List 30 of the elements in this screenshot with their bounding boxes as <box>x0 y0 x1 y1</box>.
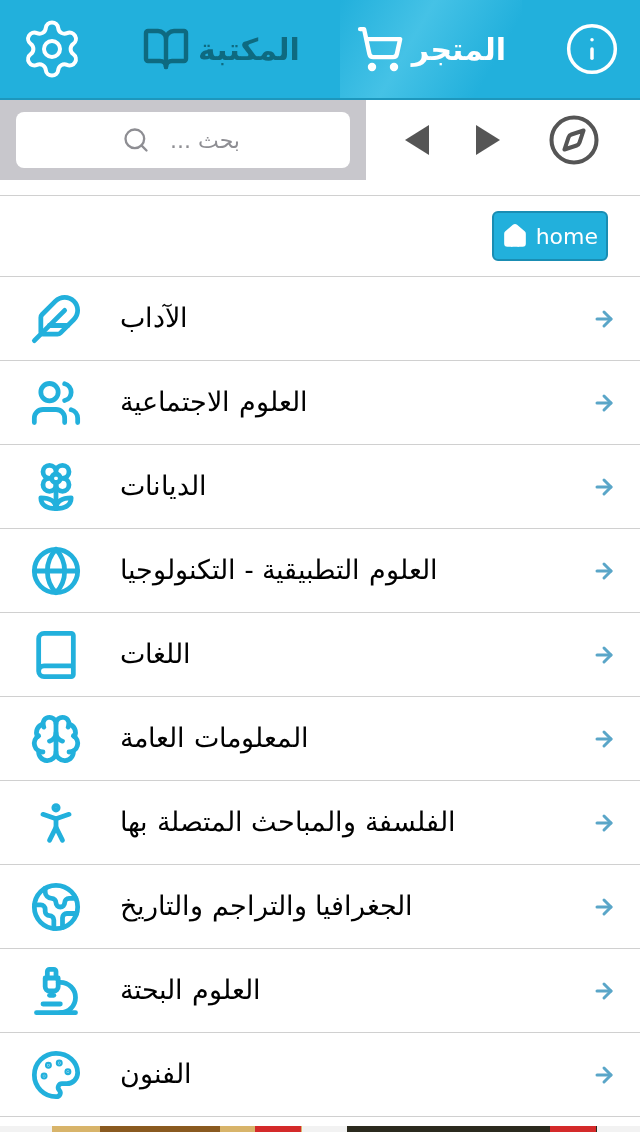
category-label: العلوم البحتة <box>120 973 261 1008</box>
category-label: الفلسفة والمباحث المتصلة بها <box>120 805 456 840</box>
home-icon <box>501 223 528 249</box>
category-row[interactable]: العلوم البحتة <box>0 949 640 1033</box>
feather-icon <box>30 292 82 345</box>
category-row[interactable]: الفنون <box>0 1033 640 1117</box>
category-row[interactable]: الفلسفة والمباحث المتصلة بها <box>0 781 640 865</box>
category-label: اللغات <box>120 637 191 672</box>
category-label: العلوم الاجتماعية <box>120 385 308 420</box>
cart-icon <box>355 25 404 73</box>
category-label: الديانات <box>120 469 207 504</box>
globe-icon <box>30 544 82 597</box>
category-label: الفنون <box>120 1057 192 1092</box>
search-field[interactable]: بحث ... <box>16 112 350 168</box>
palette-icon <box>30 1048 82 1101</box>
category-row[interactable]: اللغات <box>0 613 640 697</box>
category-label: المعلومات العامة <box>120 721 309 756</box>
category-row[interactable]: العلوم الاجتماعية <box>0 361 640 445</box>
category-label: الآداب <box>120 301 188 336</box>
earth-icon <box>30 880 82 933</box>
category-row[interactable]: المعلومات العامة <box>0 697 640 781</box>
forward-arrow-icon[interactable] <box>476 125 500 155</box>
category-row[interactable]: الآداب <box>0 277 640 361</box>
category-label: العلوم التطبيقية - التكنولوجيا <box>120 553 438 588</box>
category-row[interactable]: الديانات <box>0 445 640 529</box>
search-icon <box>122 126 150 154</box>
category-label: الجغرافيا والتراجم والتاريخ <box>120 889 414 924</box>
back-arrow-icon[interactable] <box>405 125 430 155</box>
category-row[interactable]: الجغرافيا والتراجم والتاريخ <box>0 865 640 949</box>
category-row[interactable]: العلوم التطبيقية - التكنولوجيا <box>0 529 640 613</box>
